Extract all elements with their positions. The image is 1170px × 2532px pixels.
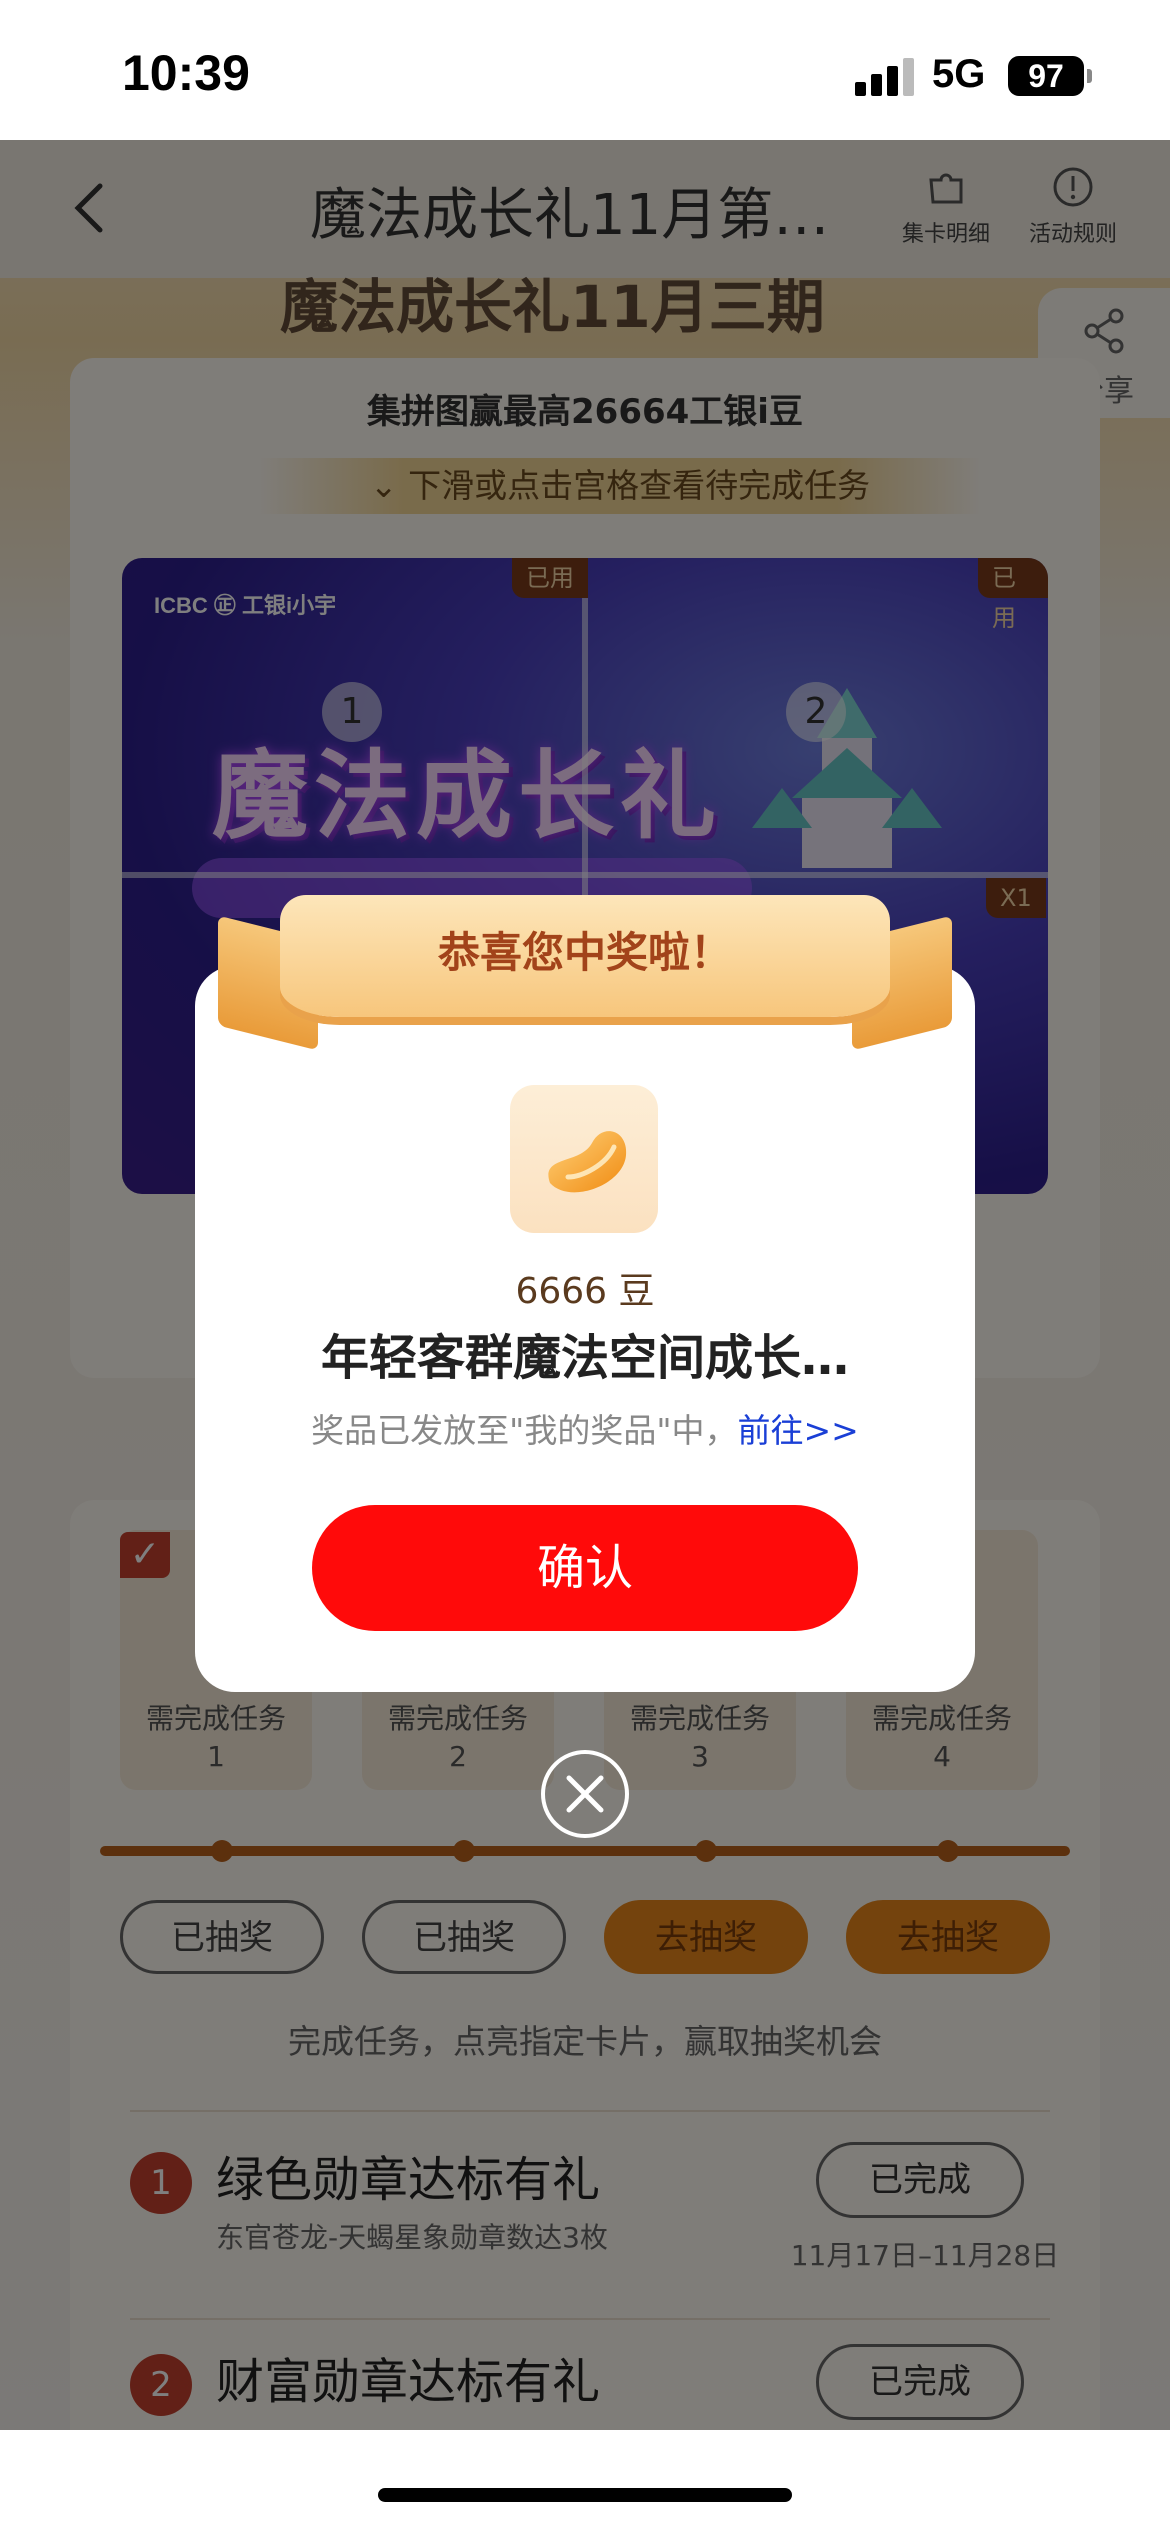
my-prizes-link[interactable]: 前往>>	[738, 1411, 859, 1450]
network-label: 5G	[932, 52, 986, 96]
confirm-button[interactable]: 确认	[312, 1505, 858, 1631]
golden-bean-icon	[510, 1085, 658, 1233]
congrats-text: 恭喜您中奖啦！	[437, 928, 732, 977]
status-time: 10:39	[122, 45, 250, 101]
battery-icon: 97	[1008, 56, 1084, 96]
prize-note-text: 奖品已发放至"我的奖品"中，	[311, 1411, 738, 1450]
close-modal-button[interactable]	[541, 1750, 629, 1838]
signal-icon	[855, 56, 915, 96]
battery-tip	[1087, 69, 1092, 83]
bottom-bar	[0, 2430, 1170, 2532]
status-bar: 10:39 5G 97	[0, 0, 1170, 140]
congrats-ribbon: 恭喜您中奖啦！	[280, 895, 890, 1017]
home-indicator[interactable]	[378, 2488, 792, 2502]
prize-amount: 6666 豆	[515, 1271, 655, 1312]
prize-name: 年轻客群魔法空间成长…	[320, 1330, 849, 1386]
close-icon	[566, 1775, 604, 1813]
prize-note: 奖品已发放至"我的奖品"中，前往>>	[195, 1404, 975, 1452]
